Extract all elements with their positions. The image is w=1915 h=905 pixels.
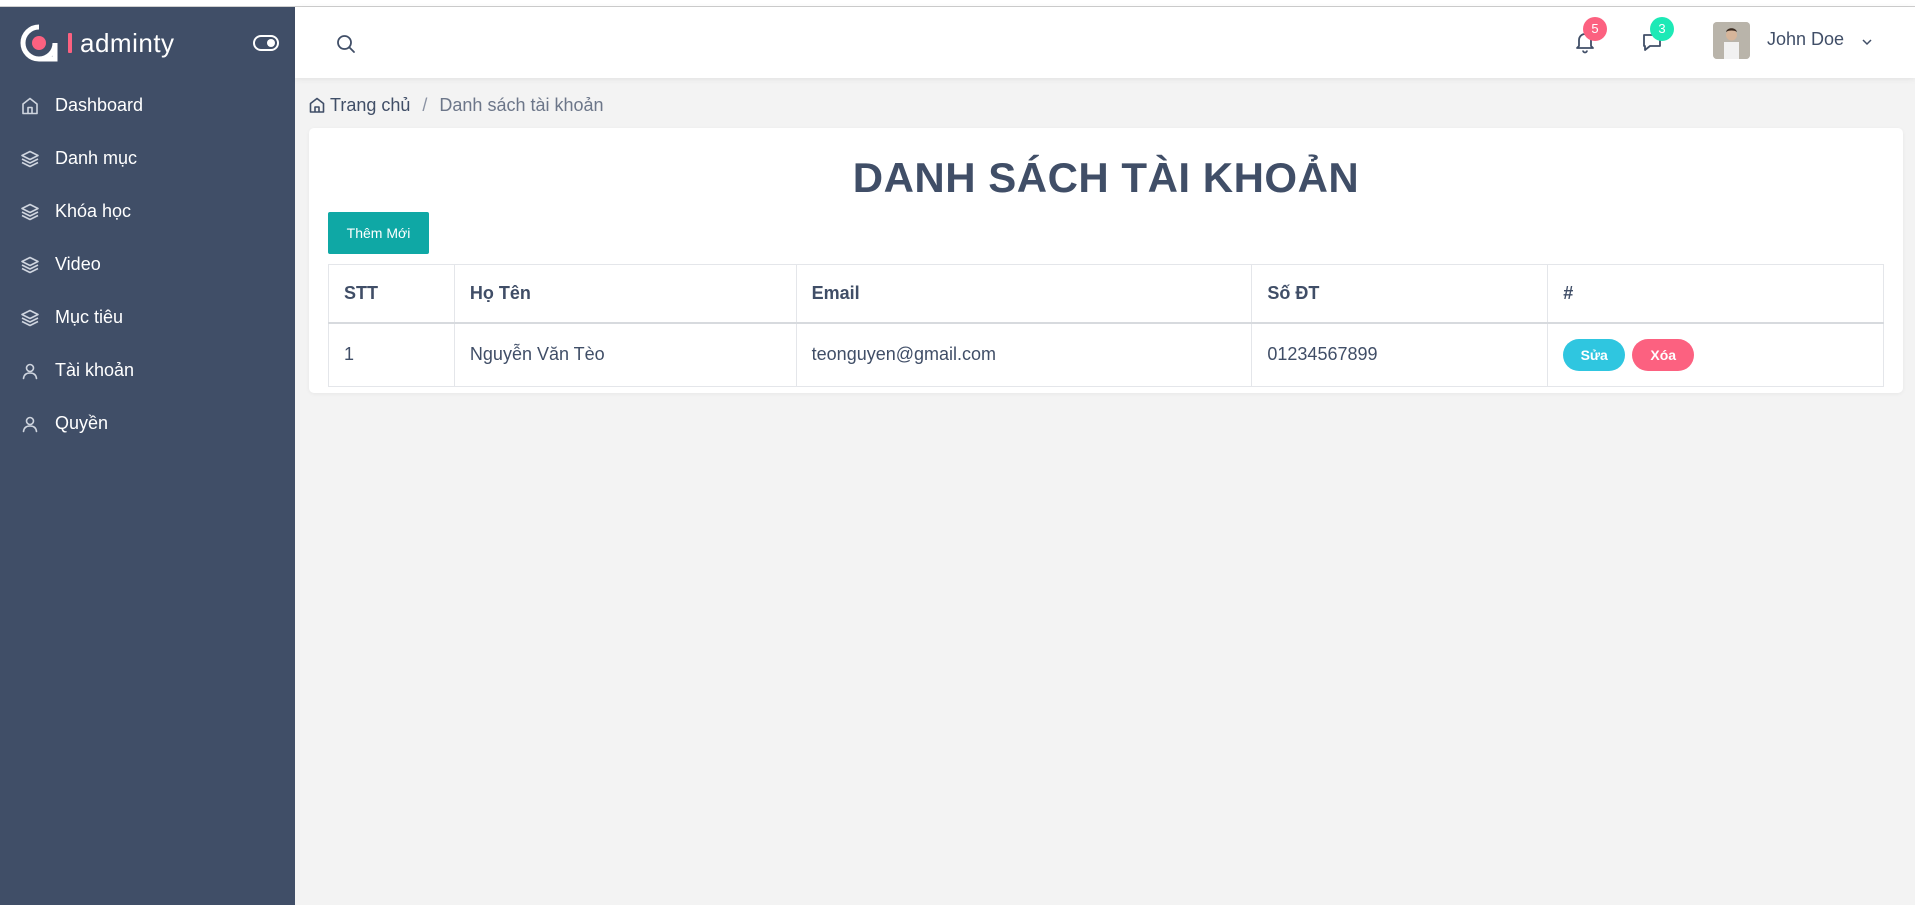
cell-actions: Sửa Xóa [1547, 322, 1884, 387]
sidebar: adminty Dashboard Danh mục Khóa học Vide… [0, 7, 295, 905]
user-icon [22, 363, 38, 379]
column-header-stt: STT [328, 264, 455, 324]
top-header: 5 3 John Doe [295, 7, 1915, 78]
breadcrumb-current: Danh sách tài khoản [439, 94, 604, 115]
breadcrumb-separator: / [422, 94, 428, 115]
sidebar-item-muc-tieu[interactable]: Mục tiêu [0, 291, 295, 344]
column-header-email: Email [795, 264, 1253, 324]
layers-icon [21, 150, 39, 167]
cell-name: Nguyễn Văn Tèo [453, 322, 797, 387]
add-new-button[interactable]: Thêm Mới [328, 212, 429, 254]
column-header-phone: Số ĐT [1251, 264, 1549, 324]
layers-icon [21, 309, 39, 326]
edit-button[interactable]: Sửa [1563, 338, 1626, 371]
chevron-down-icon[interactable] [1861, 37, 1873, 47]
message-badge: 3 [1650, 17, 1674, 41]
sidebar-item-label: Danh mục [55, 148, 138, 168]
column-header-name: Họ Tên [453, 264, 797, 324]
home-icon[interactable] [308, 96, 326, 114]
user-avatar-image [1713, 22, 1750, 59]
sidebar-item-dashboard[interactable]: Dashboard [0, 79, 295, 132]
sidebar-item-label: Quyền [55, 413, 109, 433]
page-title: DANH SÁCH TÀI KHOẢN [852, 154, 1360, 201]
breadcrumb-home[interactable]: Trang chủ [330, 95, 410, 116]
cell-stt: 1 [328, 322, 455, 387]
delete-button[interactable]: Xóa [1632, 338, 1695, 371]
sidebar-item-quyen[interactable]: Quyền [0, 397, 295, 450]
sidebar-menu: Dashboard Danh mục Khóa học Video Mục ti… [0, 79, 295, 450]
adminty-logo-icon [20, 24, 58, 62]
search-icon[interactable] [335, 33, 357, 55]
sidebar-item-label: Dashboard [55, 95, 144, 115]
cell-phone: 01234567899 [1251, 322, 1549, 387]
sidebar-item-khoa-hoc[interactable]: Khóa học [0, 185, 295, 238]
breadcrumb: Trang chủ / Danh sách tài khoản [308, 93, 604, 117]
sidebar-toggle-icon[interactable] [253, 31, 279, 55]
brand-accent-bar [68, 33, 72, 53]
sidebar-item-danh-muc[interactable]: Danh mục [0, 132, 295, 185]
brand-name: adminty [80, 27, 175, 58]
accounts-table: STT Họ Tên Email Số ĐT # 1 Nguyễn Văn Tè… [328, 264, 1884, 387]
home-icon [22, 97, 38, 114]
table-header-row: STT Họ Tên Email Số ĐT # [328, 264, 1884, 324]
layers-icon [21, 256, 39, 273]
layers-icon [21, 203, 39, 220]
notification-badge: 5 [1583, 17, 1607, 41]
sidebar-item-tai-khoan[interactable]: Tài khoản [0, 344, 295, 397]
avatar[interactable] [1713, 22, 1750, 59]
sidebar-item-label: Video [55, 254, 101, 274]
brand[interactable]: adminty [0, 7, 295, 79]
sidebar-item-video[interactable]: Video [0, 238, 295, 291]
user-icon [22, 416, 38, 432]
column-header-actions: # [1547, 264, 1884, 324]
window-top-edge [0, 0, 1915, 7]
account-list-card: DANH SÁCH TÀI KHOẢN Thêm Mới STT Họ Tên … [309, 128, 1903, 393]
sidebar-item-label: Mục tiêu [55, 307, 124, 327]
cell-email: teonguyen@gmail.com [795, 322, 1253, 387]
sidebar-item-label: Tài khoản [55, 360, 135, 380]
table-row: 1 Nguyễn Văn Tèo teonguyen@gmail.com 012… [328, 322, 1884, 387]
user-name[interactable]: John Doe [1767, 29, 1844, 50]
sidebar-item-label: Khóa học [55, 201, 132, 221]
